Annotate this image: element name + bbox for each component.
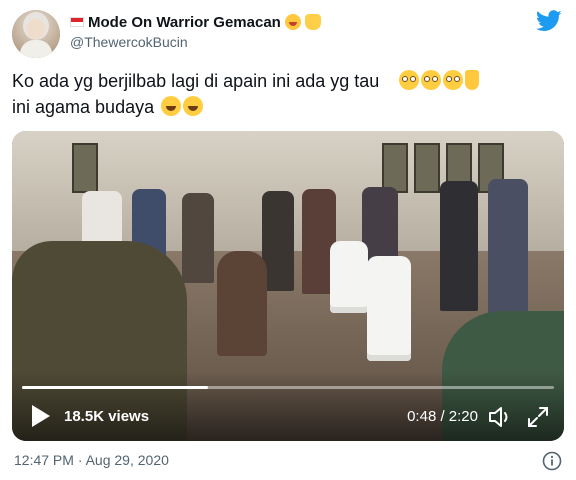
rolling-on-floor-laughing-emoji	[183, 96, 204, 116]
tweet-text-line-2: ini agama budaya	[12, 94, 564, 120]
avatar[interactable]	[12, 10, 60, 58]
tweet-text-line-1: Ko ada yg berjilbab lagi di apain ini ad…	[12, 68, 564, 94]
tweet-text-line-1-content: Ko ada yg berjilbab lagi di apain ini ad…	[12, 71, 380, 91]
flushed-face-emoji	[443, 70, 464, 90]
author-name-row[interactable]: Mode On Warrior Gemacan	[70, 12, 321, 32]
raised-hands-emoji	[304, 14, 321, 30]
author-handle[interactable]: @ThewercokBucin	[70, 34, 188, 50]
video-frame-person	[440, 181, 478, 311]
tweet-card: Mode On Warrior Gemacan @ThewercokBucin …	[0, 0, 576, 480]
volume-icon[interactable]	[488, 405, 514, 429]
tweet-timestamp[interactable]: 12:47 PM · Aug 29, 2020	[14, 452, 169, 468]
rolling-on-floor-laughing-emoji	[161, 96, 182, 116]
video-frame-person	[182, 193, 214, 283]
video-frame-person	[488, 179, 528, 319]
video-controls-overlay	[12, 371, 564, 441]
twitter-bird-icon[interactable]	[536, 10, 562, 32]
info-icon[interactable]	[542, 451, 562, 471]
video-time: 0:48 / 2:20	[407, 408, 478, 425]
play-icon[interactable]	[30, 403, 52, 429]
indonesia-flag-icon	[70, 17, 84, 27]
video-player[interactable]: 18.5K views 0:48 / 2:20	[12, 131, 564, 441]
video-frame-window	[414, 143, 440, 193]
tweet-text-line-2-content: ini agama budaya	[12, 97, 155, 117]
backhand-index-pointing-down-emoji	[465, 70, 480, 90]
video-frame-chair	[367, 256, 411, 361]
flushed-face-emoji	[399, 70, 420, 90]
tweet-text: Ko ada yg berjilbab lagi di apain ini ad…	[12, 68, 564, 120]
expand-icon[interactable]	[526, 405, 550, 429]
video-view-count: 18.5K views	[64, 408, 150, 425]
video-progress-bar[interactable]	[22, 386, 554, 389]
video-frame-chair	[330, 241, 368, 313]
video-progress-fill	[22, 386, 209, 389]
video-frame-window	[72, 143, 98, 193]
author-display-name[interactable]: Mode On Warrior Gemacan	[88, 14, 281, 31]
video-frame-seated-person	[217, 251, 267, 356]
video-frame-window	[382, 143, 408, 193]
face-savoring-food-emoji	[284, 14, 301, 30]
flushed-face-emoji	[421, 70, 442, 90]
